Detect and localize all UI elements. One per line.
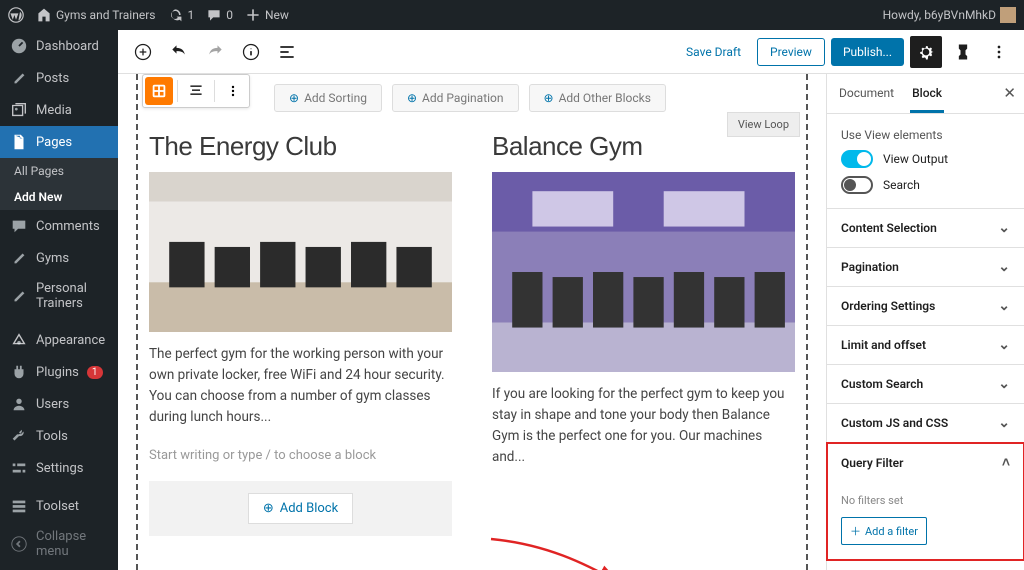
no-filters-text: No filters set: [841, 494, 1010, 507]
add-block-button[interactable]: [128, 37, 158, 67]
section-custom-js-css[interactable]: Custom JS and CSS⌄: [827, 404, 1024, 442]
close-inspector-button[interactable]: ✕: [1003, 84, 1016, 102]
block-toolbar: [142, 74, 250, 108]
howdy[interactable]: Howdy, b6yBVnMhkD: [883, 7, 1016, 23]
toolset-view-icon[interactable]: [145, 77, 173, 105]
new-label: New: [265, 8, 289, 22]
menu-comments[interactable]: Comments: [0, 210, 118, 242]
add-sorting-button[interactable]: ⊕Add Sorting: [274, 84, 382, 112]
loop-item[interactable]: Balance Gym If you are looking for the p…: [487, 130, 800, 537]
chevron-down-icon: ⌄: [998, 259, 1010, 275]
block-placeholder[interactable]: Start writing or type / to choose a bloc…: [149, 448, 452, 463]
add-pagination-button[interactable]: ⊕Add Pagination: [392, 84, 519, 112]
save-draft-button[interactable]: Save Draft: [676, 39, 751, 65]
block-editor: Save Draft Preview Publish...: [118, 30, 1024, 570]
site-name[interactable]: Gyms and Trainers: [36, 7, 155, 23]
section-query-filter[interactable]: Query Filter˄: [827, 443, 1024, 482]
view-block[interactable]: ⊕Add Sorting ⊕Add Pagination ⊕Add Other …: [136, 74, 808, 570]
howdy-label: Howdy, b6yBVnMhkD: [883, 8, 996, 22]
submenu-allpages[interactable]: All Pages: [0, 158, 118, 184]
chevron-down-icon: ⌄: [998, 298, 1010, 314]
post-image: [492, 172, 795, 372]
tab-block[interactable]: Block: [910, 74, 944, 113]
updates[interactable]: 1: [167, 7, 194, 23]
menu-posts[interactable]: Posts: [0, 62, 118, 94]
section-ordering[interactable]: Ordering Settings⌄: [827, 287, 1024, 325]
menu-plugins[interactable]: Plugins1: [0, 356, 118, 388]
block-inspector: Document Block ✕ Use View elements View …: [826, 74, 1024, 570]
menu-appearance[interactable]: Appearance: [0, 324, 118, 356]
loop-item[interactable]: The Energy Club The perfect gym for the …: [144, 130, 457, 537]
post-image: [149, 172, 452, 332]
editor-toolbar: Save Draft Preview Publish...: [118, 30, 1024, 74]
undo-button[interactable]: [164, 37, 194, 67]
menu-dashboard[interactable]: Dashboard: [0, 30, 118, 62]
chevron-down-icon: ⌄: [998, 415, 1010, 431]
menu-users[interactable]: Users: [0, 388, 118, 420]
section-custom-search[interactable]: Custom Search⌄: [827, 365, 1024, 403]
menu-trainers[interactable]: Personal Trainers: [0, 274, 118, 318]
chevron-down-icon: ⌄: [998, 337, 1010, 353]
comments-bar[interactable]: 0: [206, 7, 233, 23]
chevron-down-icon: ⌄: [998, 376, 1010, 392]
more-options-button[interactable]: [984, 37, 1014, 67]
redo-button[interactable]: [200, 37, 230, 67]
menu-pages[interactable]: Pages: [0, 126, 118, 158]
section-advanced[interactable]: Advanced⌄: [827, 560, 1024, 570]
outline-button[interactable]: [272, 37, 302, 67]
admin-sidebar: Dashboard Posts Media Pages All Pages Ad…: [0, 30, 118, 570]
post-title: The Energy Club: [149, 131, 452, 162]
updates-count: 1: [187, 8, 194, 22]
plugins-badge: 1: [87, 366, 103, 379]
toolset-pin-icon[interactable]: [948, 37, 978, 67]
add-block-area: ⊕Add Block: [149, 481, 452, 536]
editor-canvas[interactable]: ⊕Add Sorting ⊕Add Pagination ⊕Add Other …: [118, 74, 826, 570]
view-output-label: View Output: [883, 152, 948, 166]
publish-button[interactable]: Publish...: [831, 38, 904, 66]
site-name-label: Gyms and Trainers: [56, 8, 155, 22]
wp-logo[interactable]: [8, 7, 24, 23]
comments-count: 0: [226, 8, 233, 22]
add-other-blocks-button[interactable]: ⊕Add Other Blocks: [529, 84, 666, 112]
section-limit-offset[interactable]: Limit and offset⌄: [827, 326, 1024, 364]
section-pagination[interactable]: Pagination⌄: [827, 248, 1024, 286]
toggle-search[interactable]: [841, 176, 873, 194]
settings-gear-button[interactable]: [910, 36, 942, 68]
new-content[interactable]: New: [245, 7, 289, 23]
post-excerpt: If you are looking for the perfect gym t…: [492, 384, 795, 468]
chevron-up-icon: ˄: [1002, 454, 1010, 471]
wp-admin-bar: Gyms and Trainers 1 0 New Howdy, b6yBVnM…: [0, 0, 1024, 30]
view-top-buttons: ⊕Add Sorting ⊕Add Pagination ⊕Add Other …: [274, 84, 800, 112]
tab-document[interactable]: Document: [837, 74, 896, 113]
chevron-down-icon: ⌄: [998, 220, 1010, 236]
search-label: Search: [883, 178, 920, 192]
menu-media[interactable]: Media: [0, 94, 118, 126]
post-excerpt: The perfect gym for the working person w…: [149, 344, 452, 428]
plus-icon: ＋: [850, 523, 861, 539]
align-button[interactable]: [182, 77, 210, 105]
preview-button[interactable]: Preview: [757, 38, 825, 66]
use-view-elements-label: Use View elements: [841, 128, 1010, 142]
menu-settings[interactable]: Settings: [0, 452, 118, 484]
menu-collapse[interactable]: Collapse menu: [0, 522, 118, 566]
add-block-button-inner[interactable]: ⊕Add Block: [248, 493, 353, 524]
add-filter-button[interactable]: ＋Add a filter: [841, 517, 927, 545]
toggle-view-output[interactable]: [841, 150, 873, 168]
view-loop-button[interactable]: View Loop: [727, 112, 800, 137]
menu-tools[interactable]: Tools: [0, 420, 118, 452]
avatar: [1000, 7, 1016, 23]
menu-toolset[interactable]: Toolset: [0, 490, 118, 522]
menu-gyms[interactable]: Gyms: [0, 242, 118, 274]
info-button[interactable]: [236, 37, 266, 67]
more-block-button[interactable]: [219, 77, 247, 105]
submenu-addnew[interactable]: Add New: [0, 184, 118, 210]
section-content-selection[interactable]: Content Selection⌄: [827, 209, 1024, 247]
